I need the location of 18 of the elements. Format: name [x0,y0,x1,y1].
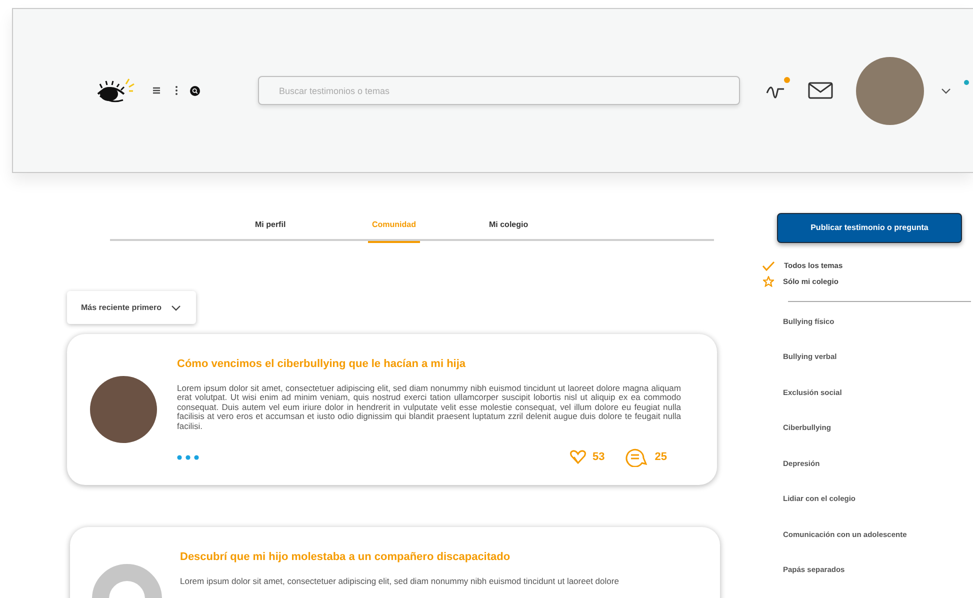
tab[interactable]: Mi colegio [489,217,606,241]
tab[interactable]: Mi perfil [255,217,372,241]
more-options-icon[interactable] [177,454,199,460]
search-field[interactable]: Buscar testimonios o temas [258,76,740,105]
post-text: Lorem ipsum dolor sit amet, consectetuer adipiscing elit, sed diam nonummy nibh euismod tincidunt ut laoreet dolore [180,576,620,586]
search-icon[interactable] [190,86,200,96]
star-icon [763,276,774,288]
publish-button[interactable]: Publicar testimonio o pregunta [777,213,962,243]
menu-icon[interactable] [153,87,160,94]
mail-icon[interactable] [808,82,833,99]
more-vertical-icon[interactable] [175,86,178,95]
chevron-down-icon [171,304,182,310]
like-count: 53 [592,450,605,465]
chevron-down-icon[interactable] [941,88,951,94]
comment-count: 25 [654,450,667,465]
sort-dropdown[interactable]: Más reciente primero [67,291,196,324]
post-text: Lorem ipsum dolor sit amet, consectetuer adipiscing elit, sed diam nonummy nibh euismod tincidunt ut laoreet dolore magna aliquam erat volutpat. Ut wisi enim ad minim veniam, quis nostrud exerci tation ullamcorper suscipit lobortis nisl ut aliquip ex ea commodo consequat. Duis autem vel eum iriure dolor in hendrerit in vulputate velit esse molestie consequat, vel illum dolore eu feugiat nulla facilisis at vero eros et accumsan et iusto odio dignissim qui blandit praesent luptatum zzril delenit augue duis dolore te feugait nulla facilisi. [177,384,681,431]
check-icon [762,260,775,271]
